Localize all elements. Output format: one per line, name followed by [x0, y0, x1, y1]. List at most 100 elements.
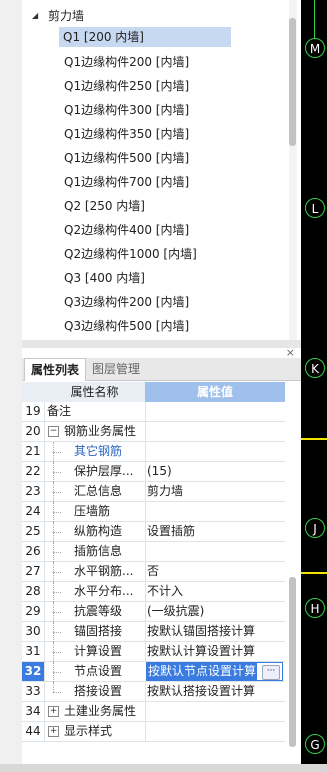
- row-number: 30: [22, 622, 45, 641]
- row-number: 34: [22, 702, 45, 721]
- property-group-row[interactable]: 20 − 钢筋业务属性: [22, 422, 285, 442]
- property-row[interactable]: 28 水平分布... 不计入: [22, 582, 285, 602]
- tree-item[interactable]: Q2边缘构件400 [内墙]: [60, 220, 193, 240]
- property-row[interactable]: 19 备注: [22, 402, 285, 422]
- axis-label-h: H: [305, 598, 325, 618]
- row-number: 25: [22, 522, 45, 541]
- property-row[interactable]: 27 水平钢筋... 否: [22, 562, 285, 582]
- axis-line: [314, 0, 315, 38]
- tree-item[interactable]: Q1边缘构件200 [内墙]: [60, 52, 193, 72]
- axis-label-j: J: [305, 518, 325, 538]
- tree-scrollbar-thumb[interactable]: [289, 18, 296, 146]
- tree-item[interactable]: Q3边缘构件500 [内墙]: [60, 316, 193, 336]
- axis-label-m: M: [305, 38, 325, 58]
- axis-highlight-line: [301, 438, 327, 440]
- properties-tabs: 属性列表 图层管理: [22, 358, 301, 381]
- header-property-name: 属性名称: [44, 382, 146, 402]
- properties-scrollbar-thumb[interactable]: [289, 577, 296, 747]
- property-group-name: 显示样式: [64, 724, 113, 738]
- tab-layer-management[interactable]: 图层管理: [86, 358, 146, 380]
- tree-group-shear-wall[interactable]: ◢ 剪力墙: [32, 7, 84, 25]
- row-number: 31: [22, 642, 45, 661]
- property-value[interactable]: 否: [147, 562, 159, 581]
- status-strip: [0, 764, 327, 772]
- property-group-name: 土建业务属性: [64, 704, 137, 718]
- row-number: 20: [22, 422, 45, 441]
- expand-icon[interactable]: +: [48, 726, 59, 737]
- axis-label-g: G: [305, 734, 325, 754]
- property-name: 压墙筋: [74, 504, 111, 518]
- property-row[interactable]: 33 搭接设置 按默认搭接设置计算: [22, 682, 285, 702]
- tree-item[interactable]: Q2边缘构件1000 [内墙]: [60, 244, 201, 264]
- property-row[interactable]: 24 压墙筋: [22, 502, 285, 522]
- row-number: 24: [22, 502, 45, 521]
- drawing-canvas-strip[interactable]: [301, 0, 327, 772]
- property-name: 保护层厚...: [74, 464, 134, 478]
- panel-splitter[interactable]: [22, 340, 301, 348]
- property-row[interactable]: 21 其它钢筋: [22, 442, 285, 462]
- collapse-icon[interactable]: −: [48, 426, 59, 437]
- row-number: 29: [22, 602, 45, 621]
- row-number: 19: [22, 402, 45, 421]
- tree-item[interactable]: Q1 [200 内墙]: [59, 27, 231, 47]
- property-value[interactable]: 按默认锚固搭接计算: [147, 622, 255, 641]
- property-value[interactable]: 按默认节点设置计算: [147, 663, 258, 680]
- tree-item[interactable]: Q1边缘构件500 [内墙]: [60, 148, 193, 168]
- property-value[interactable]: 不计入: [147, 582, 183, 601]
- tree-item[interactable]: Q1边缘构件700 [内墙]: [60, 172, 193, 192]
- property-name: 抗震等级: [74, 604, 123, 618]
- property-name: 搭接设置: [74, 684, 123, 698]
- axis-highlight-line: [301, 572, 327, 574]
- property-row-selected[interactable]: 32 节点设置 按默认节点设置计算 ···: [22, 662, 285, 682]
- property-row[interactable]: 23 汇总信息 剪力墙: [22, 482, 285, 502]
- property-row[interactable]: 25 纵筋构造 设置插筋: [22, 522, 285, 542]
- property-name: 水平钢筋...: [74, 564, 134, 578]
- property-row[interactable]: 30 锚固搭接 按默认锚固搭接计算: [22, 622, 285, 642]
- property-value[interactable]: 剪力墙: [147, 482, 183, 501]
- tree-group-label: 剪力墙: [48, 9, 85, 23]
- tree-item[interactable]: Q2 [250 内墙]: [60, 196, 149, 216]
- property-row[interactable]: 22 保护层厚... (15): [22, 462, 285, 482]
- row-number: 23: [22, 482, 45, 501]
- expand-icon[interactable]: +: [48, 706, 59, 717]
- property-name: 计算设置: [74, 644, 123, 658]
- row-number: 22: [22, 462, 45, 481]
- property-value[interactable]: 设置插筋: [147, 522, 195, 541]
- tab-property-list[interactable]: 属性列表: [24, 358, 87, 381]
- property-value[interactable]: (15): [147, 462, 172, 481]
- collapse-arrow-icon[interactable]: ◢: [32, 7, 42, 25]
- property-value[interactable]: 按默认计算设置计算: [147, 642, 255, 661]
- property-value[interactable]: 按默认搭接设置计算: [147, 682, 255, 701]
- tree-item[interactable]: Q1边缘构件350 [内墙]: [60, 124, 193, 144]
- header-row-number: [22, 382, 45, 402]
- property-name: 插筋信息: [74, 544, 123, 558]
- property-row[interactable]: 29 抗震等级 (一级抗震): [22, 602, 285, 622]
- property-group-row[interactable]: 44 + 显示样式: [22, 722, 285, 742]
- tree-item[interactable]: Q3 [400 内墙]: [60, 268, 149, 288]
- header-property-value: 属性值: [145, 382, 285, 402]
- row-number: 27: [22, 562, 45, 581]
- property-value[interactable]: (一级抗震): [147, 602, 204, 621]
- property-row[interactable]: 31 计算设置 按默认计算设置计算: [22, 642, 285, 662]
- row-number: 21: [22, 442, 45, 461]
- axis-label-l: L: [305, 198, 325, 218]
- row-number: 32: [22, 662, 45, 681]
- property-name: 汇总信息: [74, 484, 123, 498]
- row-number: 44: [22, 722, 45, 741]
- properties-panel: × 属性列表 图层管理 属性名称 属性值 19 备注 20 − 钢筋业务属性 2…: [22, 346, 301, 764]
- property-value-editor[interactable]: 按默认节点设置计算 ···: [146, 662, 283, 681]
- property-name: 锚固搭接: [74, 624, 123, 638]
- ellipsis-button[interactable]: ···: [262, 665, 280, 680]
- property-group-name: 钢筋业务属性: [64, 424, 137, 438]
- property-name: 水平分布...: [74, 584, 134, 598]
- component-tree-panel: ◢ 剪力墙 Q1 [200 内墙] Q1边缘构件200 [内墙] Q1边缘构件2…: [22, 0, 301, 340]
- axis-label-k: K: [305, 358, 325, 378]
- property-name: 纵筋构造: [74, 524, 123, 538]
- property-group-row[interactable]: 34 + 土建业务属性: [22, 702, 285, 722]
- property-row[interactable]: 26 插筋信息: [22, 542, 285, 562]
- tree-item[interactable]: Q3边缘构件200 [内墙]: [60, 292, 193, 312]
- property-name: 节点设置: [74, 664, 123, 678]
- tree-item[interactable]: Q1边缘构件300 [内墙]: [60, 100, 193, 120]
- row-number: 28: [22, 582, 45, 601]
- tree-item[interactable]: Q1边缘构件250 [内墙]: [60, 76, 193, 96]
